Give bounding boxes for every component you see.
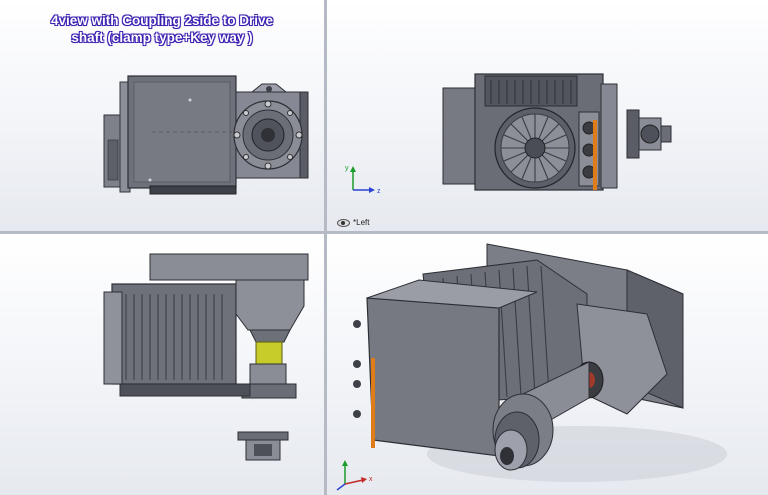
axis-z-label: z [377, 188, 381, 195]
cad-four-view-window: 4view with Coupling 2side to Drive shaft… [0, 0, 768, 495]
viewport-isometric[interactable]: x [327, 234, 768, 495]
viewport-splitter-horizontal[interactable] [0, 231, 768, 234]
view-orientation-text: *Left [353, 218, 370, 227]
isometric-view-model [353, 243, 727, 482]
view-title: 4view with Coupling 2side to Drive shaft… [0, 12, 324, 46]
orange-strip [593, 120, 597, 190]
orange-strip-iso [371, 358, 375, 448]
eye-icon [337, 218, 350, 227]
view-title-line-1: 4view with Coupling 2side to Drive [50, 13, 274, 28]
axis-x-label: x [369, 476, 373, 483]
view-title-line-2: shaft (clamp type+Key way ) [71, 30, 253, 45]
coupling-yellow [255, 341, 283, 365]
viewport-splitter-vertical[interactable] [324, 0, 327, 495]
viewport-front[interactable]: 4view with Coupling 2side to Drive shaft… [0, 0, 324, 231]
axis-triad-icon: y z [345, 165, 381, 195]
left-view-model [442, 73, 672, 191]
axis-y-label: y [345, 165, 349, 172]
view-orientation-label: *Left [337, 218, 369, 227]
axis-triad-icon: x [336, 460, 373, 491]
top-view-model [103, 253, 309, 461]
viewport-top[interactable] [0, 234, 324, 495]
viewport-left[interactable]: y z *Left [327, 0, 768, 231]
